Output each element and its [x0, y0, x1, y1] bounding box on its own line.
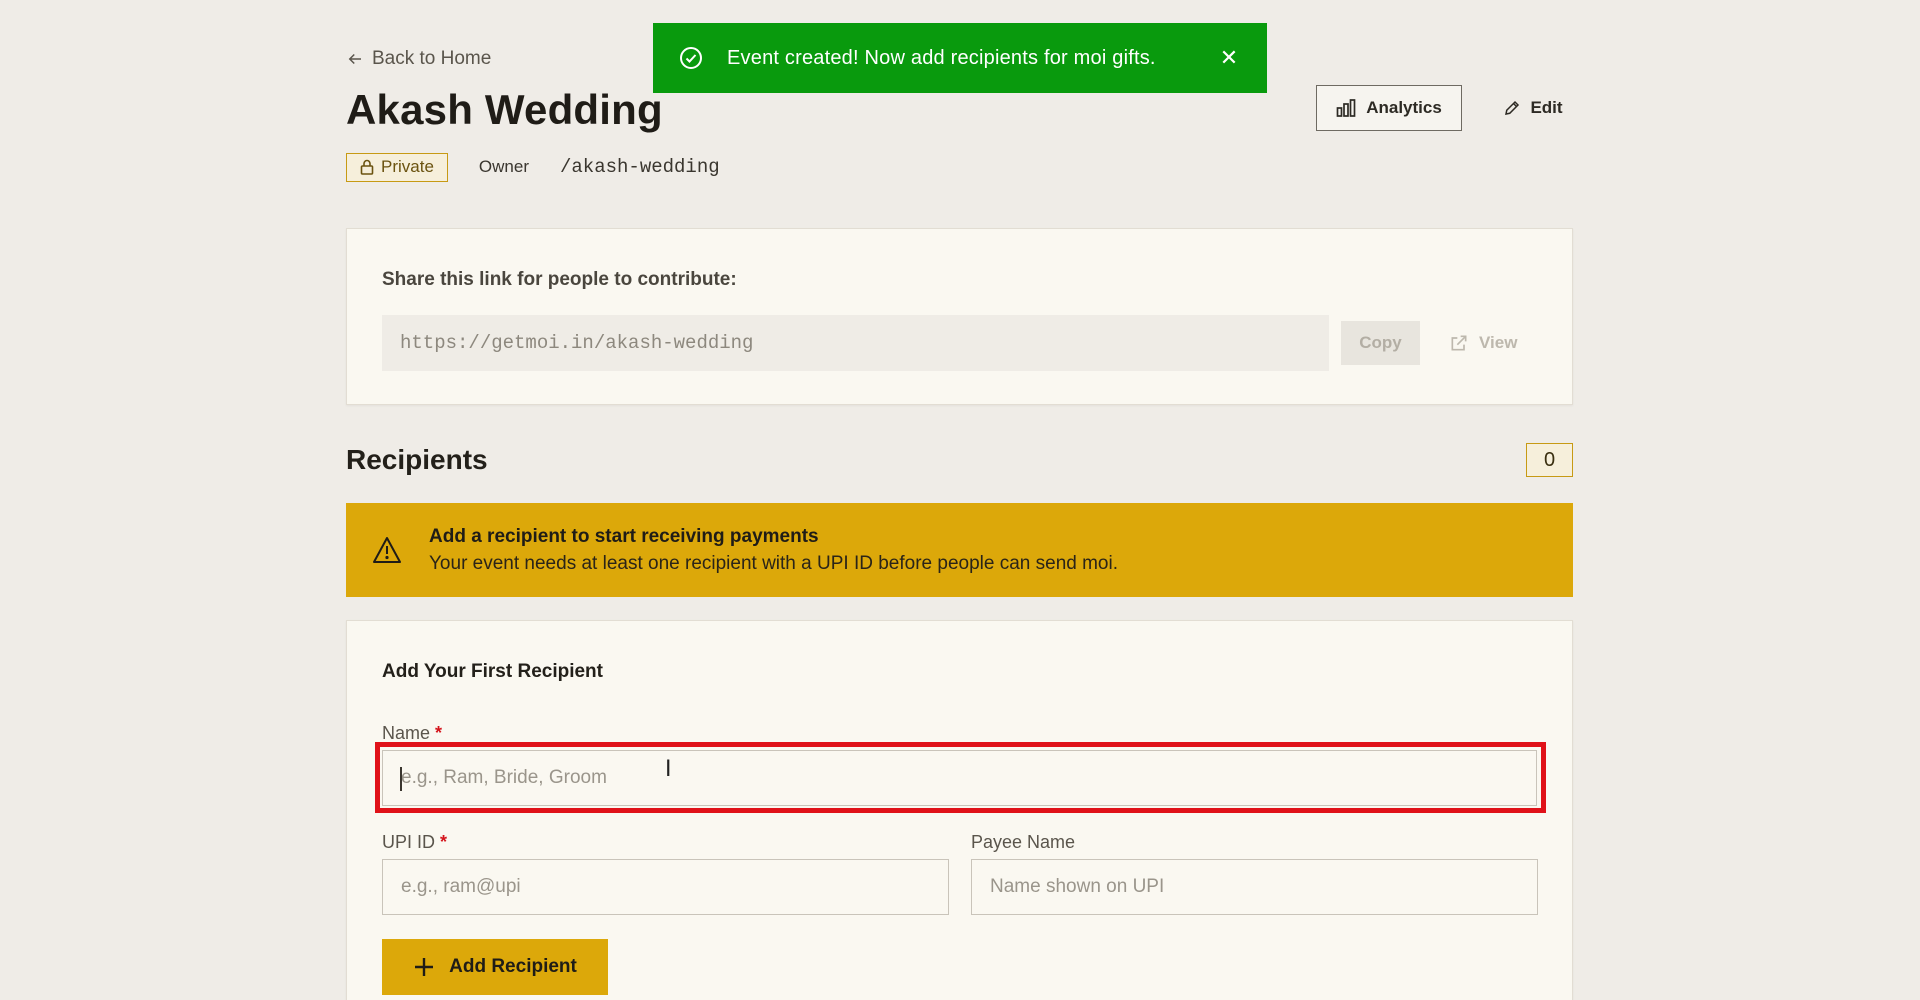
check-circle-icon	[680, 47, 702, 69]
analytics-button[interactable]: Analytics	[1316, 85, 1462, 131]
name-input[interactable]: e.g., Ram, Bride, Groom	[382, 750, 1537, 806]
toast-message: Event created! Now add recipients for mo…	[727, 46, 1156, 69]
no-recipient-warning: Add a recipient to start receiving payme…	[346, 503, 1573, 597]
warning-triangle-icon	[373, 537, 401, 563]
name-label-text: Name	[382, 723, 431, 743]
bar-chart-icon	[1336, 99, 1356, 117]
upi-id-input[interactable]: e.g., ram@upi	[382, 859, 949, 915]
share-link-field[interactable]: https://getmoi.in/akash-wedding	[382, 315, 1329, 371]
view-label: View	[1479, 333, 1518, 352]
text-caret	[400, 767, 402, 791]
back-to-home-label: Back to Home	[372, 48, 492, 69]
add-recipient-button[interactable]: Add Recipient	[382, 939, 608, 995]
payee-label: Payee Name	[971, 832, 1076, 852]
back-to-home-link[interactable]: Back to Home	[346, 48, 491, 70]
warning-text-block: Add a recipient to start receiving payme…	[429, 526, 1118, 575]
analytics-label: Analytics	[1366, 98, 1442, 117]
upi-label: UPI ID *	[382, 832, 447, 853]
required-mark: *	[435, 723, 443, 743]
arrow-left-icon	[348, 53, 361, 65]
warning-title: Add a recipient to start receiving payme…	[429, 525, 819, 547]
add-recipient-card: Add Your First Recipient Name * e.g., Ra…	[346, 620, 1573, 1000]
recipients-heading: Recipients	[346, 444, 488, 475]
mouse-ibeam-cursor: I	[665, 757, 672, 782]
view-button[interactable]: View	[1449, 321, 1539, 365]
pencil-icon	[1505, 100, 1520, 115]
share-link-card: Share this link for people to contribute…	[346, 228, 1573, 405]
privacy-label: Private	[381, 157, 434, 176]
name-label: Name *	[382, 723, 442, 744]
upi-label-text: UPI ID	[382, 832, 436, 852]
event-slug: /akash-wedding	[560, 156, 720, 178]
copy-button[interactable]: Copy	[1341, 321, 1420, 365]
external-link-icon	[1451, 335, 1467, 351]
edit-button[interactable]: Edit	[1492, 85, 1574, 131]
edit-label: Edit	[1530, 98, 1563, 117]
page-title: Akash Wedding	[346, 86, 663, 133]
warning-description: Your event needs at least one recipient …	[429, 552, 1119, 574]
role-label: Owner	[478, 157, 529, 176]
payee-name-input[interactable]: Name shown on UPI	[971, 859, 1538, 915]
recipients-count-badge: 0	[1526, 443, 1573, 477]
required-mark: *	[440, 832, 448, 852]
plus-icon	[415, 958, 434, 976]
form-title: Add Your First Recipient	[382, 661, 603, 682]
share-link-label: Share this link for people to contribute…	[382, 269, 737, 290]
add-recipient-label: Add Recipient	[449, 956, 577, 977]
success-toast: Event created! Now add recipients for mo…	[653, 23, 1267, 93]
lock-icon	[360, 159, 374, 175]
event-meta: Private Owner /akash-wedding	[346, 152, 720, 182]
privacy-badge: Private	[346, 152, 448, 182]
toast-close-icon[interactable]: ✕	[1217, 45, 1241, 71]
event-page: Back to Home Akash Wedding Private Owner…	[346, 0, 1573, 1000]
